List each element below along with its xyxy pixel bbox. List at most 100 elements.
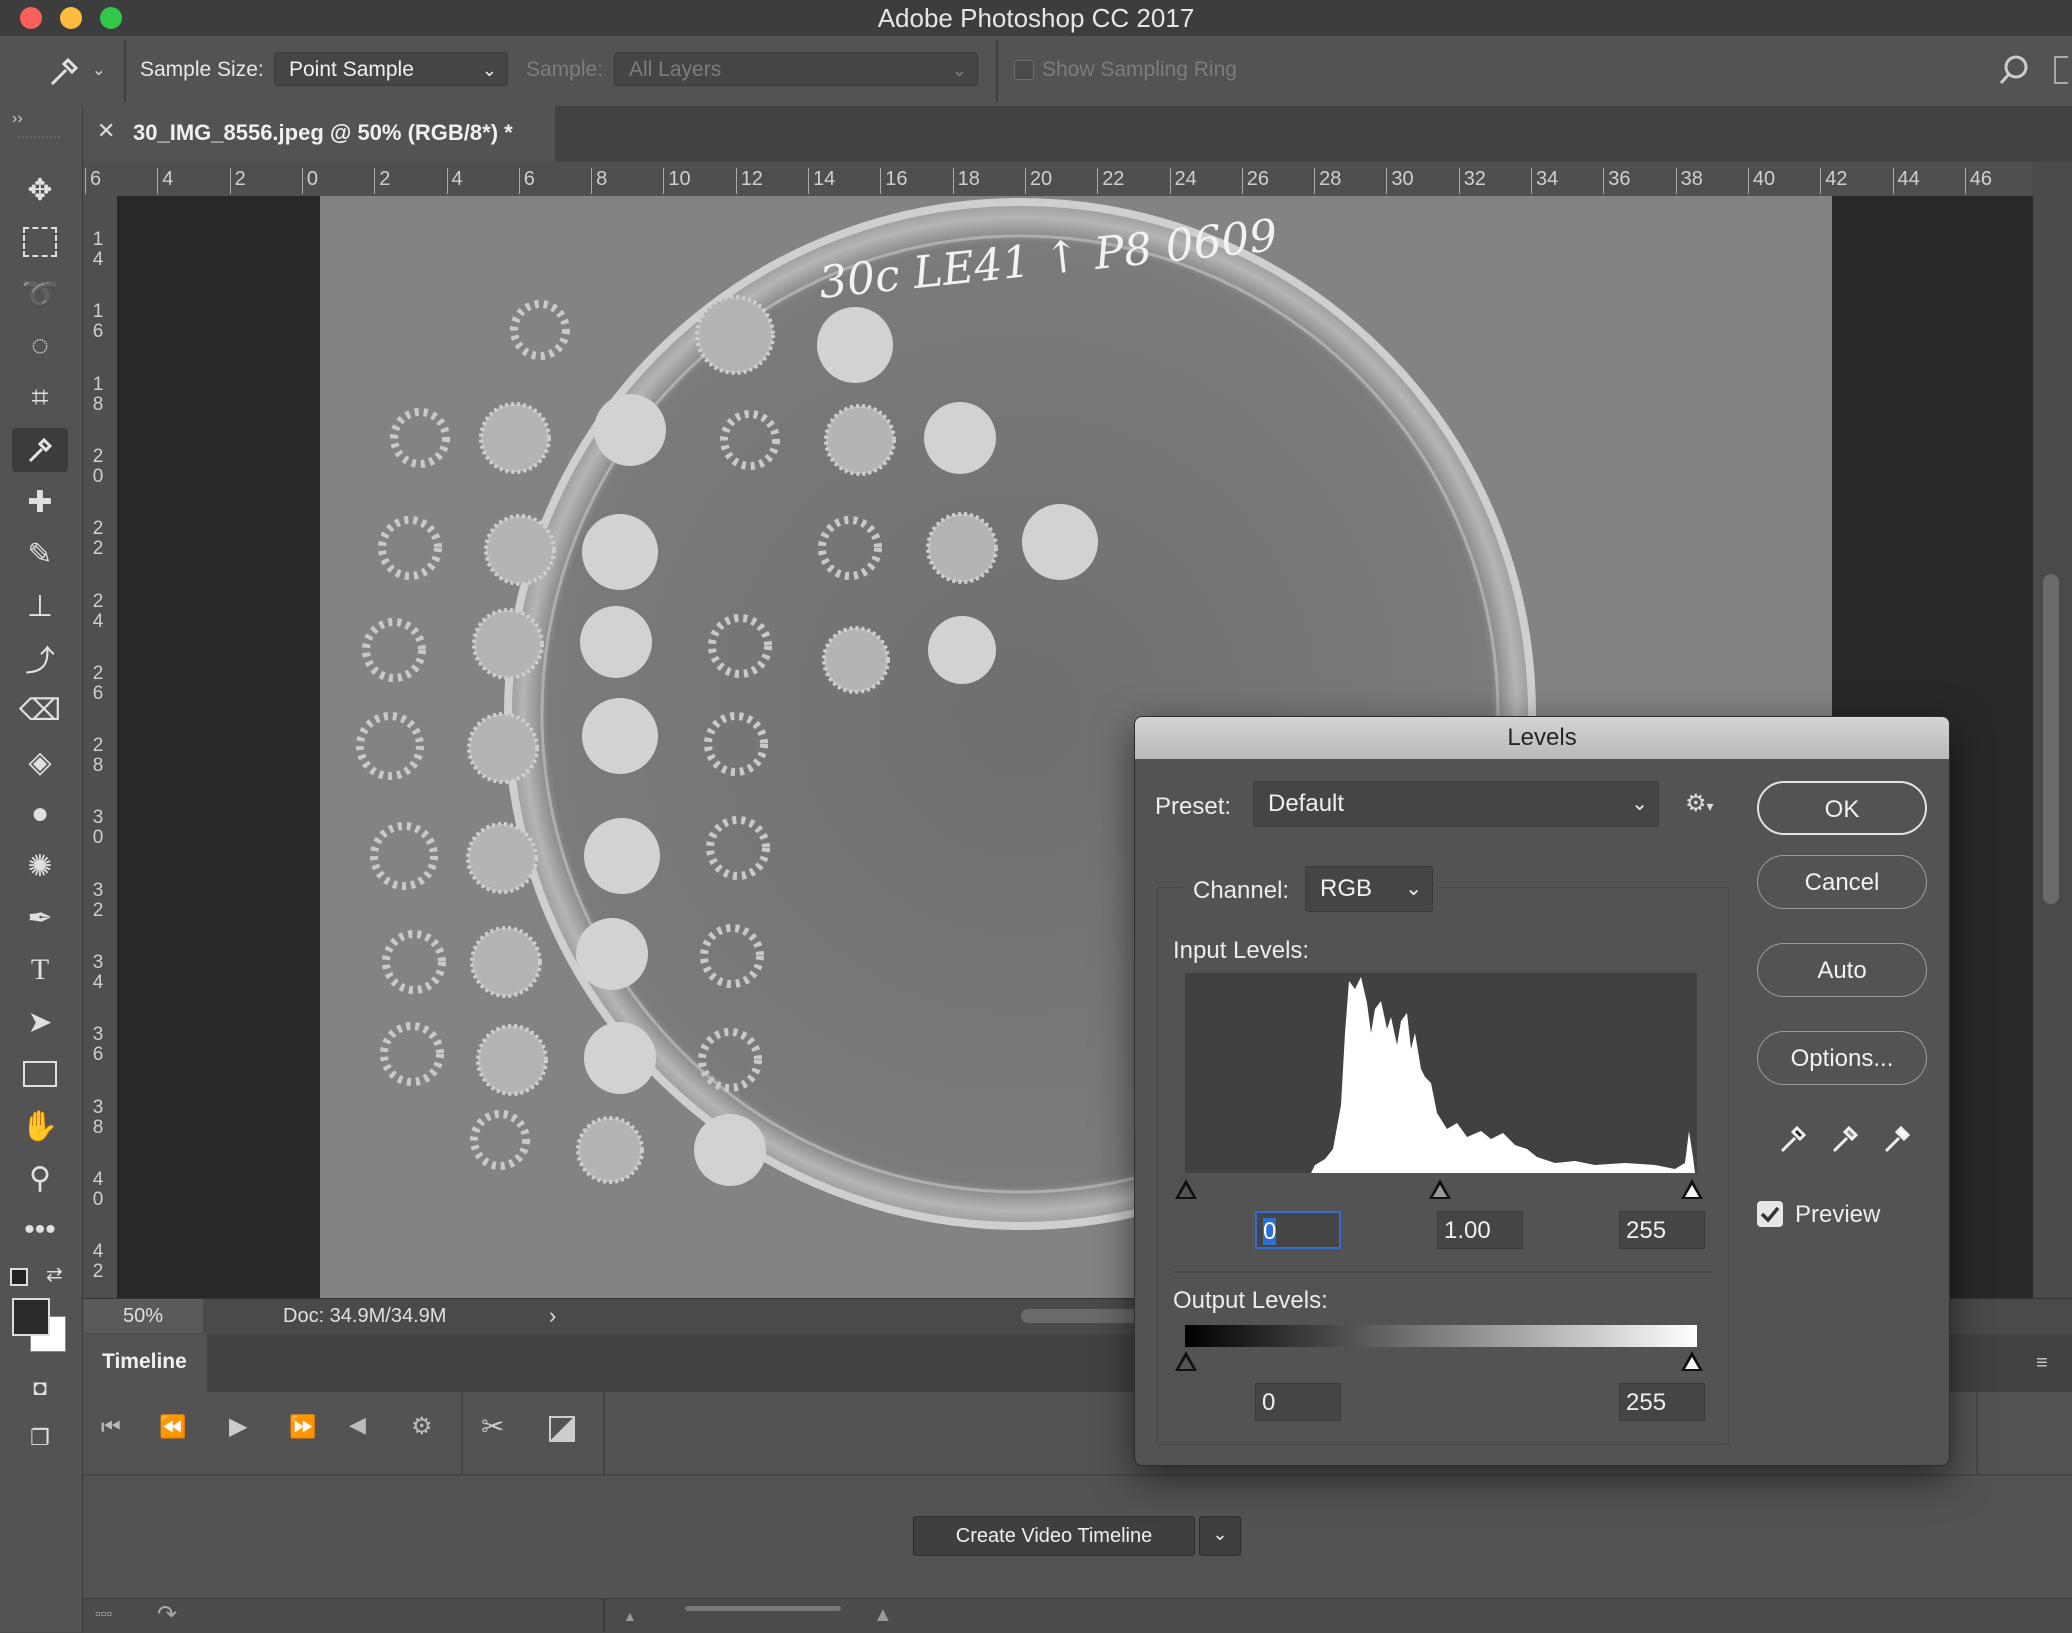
output-black-slider-inner [1179, 1357, 1193, 1369]
clone-stamp-tool-icon[interactable]: ⊥ [12, 584, 68, 628]
hand-tool-icon[interactable]: ✋ [12, 1104, 68, 1148]
pen-tool-icon[interactable]: ✒ [12, 896, 68, 940]
timeline-tab[interactable]: Timeline [83, 1334, 207, 1392]
transition-icon[interactable] [549, 1416, 575, 1442]
levels-dialog: Levels Preset: Default ⌄ ⚙▾ Channel: RGB… [1134, 716, 1950, 1466]
close-tab-icon[interactable]: ✕ [97, 118, 115, 144]
chevron-down-icon[interactable]: ⌄ [92, 60, 105, 80]
quick-selection-tool-icon[interactable]: ◌ [12, 324, 68, 368]
zoom-level[interactable]: 50% [123, 1305, 163, 1328]
input-gamma-slider-inner [1433, 1185, 1447, 1197]
first-frame-icon[interactable]: ⏮ [101, 1414, 121, 1440]
horizontal-ruler[interactable]: 6 4 2 0 2 4 6 8 10 12 14 16 18 20 22 24 26 28 30 32 34 36 38 40… [83, 162, 2033, 197]
ruler-tick-label: 16 [92, 301, 104, 343]
foreground-color-swatch[interactable] [12, 1298, 50, 1336]
options-button[interactable]: Options... [1757, 1031, 1927, 1085]
black-eyedropper-icon[interactable] [1775, 1121, 1811, 1157]
ruler-tick-label: 30 [92, 807, 104, 849]
vertical-scrollbar[interactable] [2033, 162, 2072, 1332]
ruler-tick-label: 2 [229, 168, 246, 194]
vertical-scroll-thumb[interactable] [2043, 574, 2059, 904]
more-tools-icon[interactable]: ••• [12, 1208, 68, 1252]
input-gamma-field[interactable]: 1.00 [1437, 1211, 1523, 1249]
panel-menu-icon[interactable]: ≡ [2036, 1352, 2048, 1375]
auto-button[interactable]: Auto [1757, 943, 1927, 997]
sample-size-select[interactable]: Point Sample ⌄ [274, 52, 508, 86]
crop-tool-icon[interactable]: ⌗ [12, 376, 68, 420]
white-eyedropper-icon[interactable] [1879, 1121, 1915, 1157]
input-black-value: 0 [1263, 1218, 1277, 1245]
eyedropper-tool-preset-icon[interactable] [44, 52, 84, 92]
ruler-tick-label: 6 [518, 168, 535, 194]
eraser-tool-icon[interactable]: ⌫ [12, 688, 68, 732]
rectangle-tool-icon[interactable] [12, 1052, 68, 1096]
input-black-point-slider-inner [1179, 1185, 1193, 1197]
preset-select[interactable]: Default ⌄ [1253, 781, 1659, 827]
sample-select[interactable]: All Layers ⌄ [614, 52, 978, 86]
ruler-tick-label: 42 [1820, 168, 1847, 194]
preset-options-gear-icon[interactable]: ⚙▾ [1685, 789, 1714, 818]
zoom-slider[interactable] [685, 1606, 841, 1611]
chevron-right-icon[interactable]: › [549, 1303, 556, 1329]
ruler-tick-label: 6 [85, 168, 101, 194]
gray-eyedropper-icon[interactable] [1827, 1121, 1863, 1157]
divider [996, 40, 998, 102]
play-icon[interactable]: ▶ [229, 1412, 247, 1441]
input-levels-label: Input Levels: [1173, 937, 1310, 964]
brush-tool-icon[interactable]: ✎ [12, 532, 68, 576]
create-video-timeline-button[interactable]: Create Video Timeline [913, 1516, 1195, 1556]
default-colors-icon[interactable] [10, 1268, 28, 1286]
sample-value: All Layers [629, 58, 722, 81]
marquee-tool-icon[interactable] [12, 220, 68, 264]
frame-animation-icon[interactable]: ▫▫▫ [95, 1606, 112, 1624]
output-white-field[interactable]: 255 [1619, 1383, 1705, 1421]
split-scissors-icon[interactable]: ✂ [481, 1410, 504, 1443]
eyedropper-tool-icon[interactable] [12, 428, 68, 472]
sample-label: Sample: [526, 58, 604, 81]
type-tool-icon[interactable]: T [12, 948, 68, 992]
next-frame-icon[interactable]: ⏩ [289, 1414, 316, 1440]
input-black-field[interactable]: 0 [1255, 1211, 1341, 1249]
preview-checkbox[interactable] [1757, 1201, 1783, 1227]
divider [603, 1598, 605, 1632]
healing-brush-tool-icon[interactable]: ✚ [12, 480, 68, 524]
mute-audio-icon[interactable]: ◀ [349, 1412, 366, 1438]
output-black-field[interactable]: 0 [1255, 1383, 1341, 1421]
zoom-out-icon[interactable]: ▲ [623, 1608, 637, 1624]
document-tab[interactable]: ✕ 30_IMG_8556.jpeg @ 50% (RGB/8*) * [83, 106, 555, 162]
ruler-tick-label: 8 [591, 168, 607, 194]
vertical-ruler[interactable]: 14 16 18 20 22 24 26 28 30 32 34 36 38 40 42 [83, 196, 118, 1298]
title-bar: Adobe Photoshop CC 2017 [0, 0, 2072, 37]
search-icon[interactable] [1996, 52, 2032, 88]
render-video-icon[interactable]: ↷ [157, 1600, 177, 1629]
cancel-button[interactable]: Cancel [1757, 855, 1927, 909]
collapse-panel-icon[interactable]: ›› [12, 110, 23, 128]
ruler-tick-label: 34 [1531, 168, 1558, 194]
previous-frame-icon[interactable]: ⏪ [159, 1414, 186, 1440]
preview-label: Preview [1795, 1201, 1881, 1228]
ruler-tick-label: 24 [92, 590, 104, 632]
timeline-type-dropdown[interactable]: ⌄ [1199, 1516, 1241, 1556]
screen-mode-icon[interactable]: ❐ [12, 1416, 68, 1460]
move-tool-icon[interactable]: ✥ [12, 168, 68, 212]
workspace-icon[interactable] [2054, 56, 2068, 84]
output-gradient-bar [1185, 1325, 1697, 1347]
ruler-tick-label: 0 [301, 168, 318, 194]
input-white-field[interactable]: 255 [1619, 1211, 1705, 1249]
blur-tool-icon[interactable]: ● [12, 792, 68, 836]
lasso-tool-icon[interactable]: ➰ [12, 272, 68, 316]
paint-bucket-tool-icon[interactable]: ◈ [12, 740, 68, 784]
quick-mask-icon[interactable]: ◘ [12, 1366, 68, 1410]
ok-button[interactable]: OK [1757, 781, 1927, 835]
settings-gear-icon[interactable]: ⚙ [411, 1412, 433, 1441]
channel-select[interactable]: RGB ⌄ [1305, 866, 1433, 912]
zoom-tool-icon[interactable]: ⚲ [12, 1156, 68, 1200]
path-selection-tool-icon[interactable]: ➤ [12, 1000, 68, 1044]
ruler-tick-label: 12 [735, 168, 763, 194]
zoom-in-icon[interactable]: ▲ [873, 1604, 893, 1627]
sampling-ring-checkbox[interactable] [1014, 60, 1034, 80]
sample-size-label: Sample Size: [140, 58, 264, 81]
history-brush-tool-icon[interactable]: ⤴ [12, 636, 68, 680]
dodge-tool-icon[interactable]: ✺ [12, 844, 68, 888]
swap-colors-icon[interactable]: ⇄ [46, 1262, 63, 1287]
